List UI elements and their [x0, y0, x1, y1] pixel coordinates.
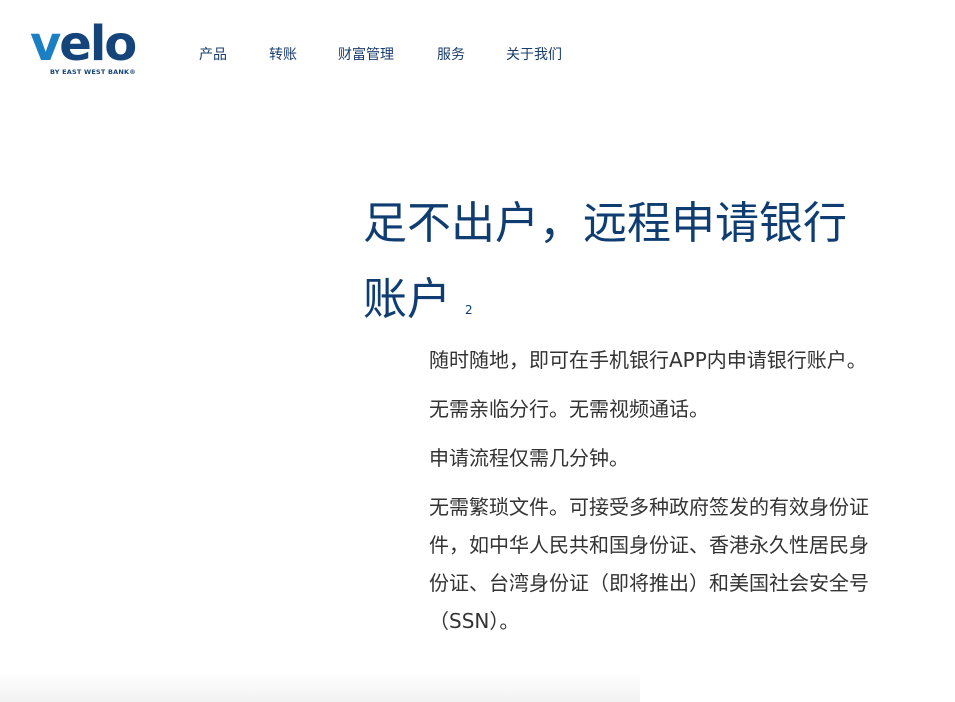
nav-item-wealth-management[interactable]: 财富管理	[338, 44, 394, 64]
velo-logo[interactable]: velo BY EAST WEST BANK®	[30, 20, 150, 80]
logo-tagline: BY EAST WEST BANK®	[50, 68, 136, 76]
headline-text: 足不出户，远程申请银行账户	[363, 198, 847, 326]
paragraph-minutes: 申请流程仅需几分钟。	[429, 446, 629, 470]
logo-wordmark-v: v	[30, 16, 61, 72]
paragraph-anytime: 随时随地，即可在手机银行APP内申请银行账户。	[429, 348, 867, 372]
logo-wordmark-rest: elo	[59, 16, 137, 72]
page: velo BY EAST WEST BANK® 产品 转账 财富管理 服务 关于…	[0, 0, 955, 702]
nav-item-about-us[interactable]: 关于我们	[506, 44, 562, 64]
page-headline: 足不出户，远程申请银行账户 2	[363, 186, 883, 338]
feature-description: 随时随地，即可在手机银行APP内申请银行账户。 无需亲临分行。无需视频通话。 申…	[429, 341, 874, 651]
nav-item-products[interactable]: 产品	[199, 44, 227, 64]
paragraph-no-branch: 无需亲临分行。无需视频通话。	[429, 397, 709, 421]
bottom-shade	[0, 672, 640, 702]
nav-item-transfer[interactable]: 转账	[269, 44, 297, 64]
nav-item-services[interactable]: 服务	[437, 44, 465, 64]
footnote-marker[interactable]: 2	[465, 303, 473, 317]
paragraph-documents: 无需繁琐文件。可接受多种政府签发的有效身份证件，如中华人民共和国身份证、香港永久…	[429, 495, 869, 633]
logo-wordmark: velo	[30, 20, 137, 68]
